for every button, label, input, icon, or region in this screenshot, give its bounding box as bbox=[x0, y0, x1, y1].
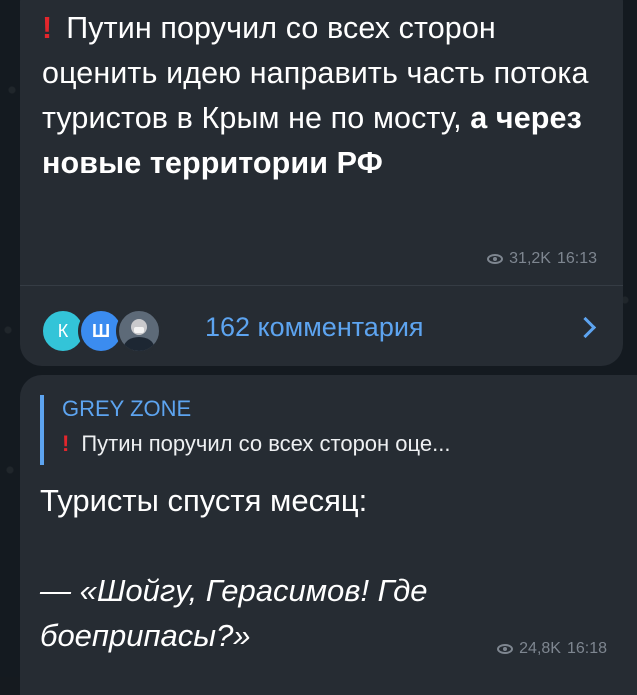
comments-button[interactable]: К Ш 162 комментария bbox=[20, 285, 623, 366]
chevron-right-icon bbox=[574, 316, 597, 339]
message-time-2: 16:18 bbox=[566, 640, 607, 657]
avatar-photo bbox=[116, 308, 162, 354]
red-exclamation-icon: ! bbox=[62, 431, 70, 456]
message-text-2-line: Туристы спустя месяц: bbox=[40, 483, 368, 518]
views-eye-icon bbox=[497, 644, 514, 654]
reply-text: ! Путин поручил со всех сторон оце... bbox=[62, 431, 451, 456]
message-text-2: Туристы спустя месяц: — «Шойгу, Герасимо… bbox=[40, 478, 600, 658]
views-count-2: 24,8K bbox=[519, 640, 561, 657]
message-bubble-1[interactable]: ! Путин поручил со всех сторон оценить ид… bbox=[20, 0, 623, 285]
message-time-1: 16:13 bbox=[556, 250, 597, 267]
message-bubble-2[interactable]: GREY ZONE ! Путин поручил со всех сторон … bbox=[20, 375, 637, 695]
views-eye-icon bbox=[487, 254, 504, 264]
reply-author: GREY ZONE bbox=[62, 396, 192, 421]
red-exclamation-icon: ! bbox=[42, 11, 53, 45]
message-meta-1: 31,2K 16:13 bbox=[487, 250, 597, 268]
message-meta-2: 24,8K 16:18 bbox=[497, 640, 607, 658]
message-text-1: ! Путин поручил со всех сторон оценить ид… bbox=[42, 6, 612, 186]
comments-count-label: 162 комментария bbox=[205, 312, 424, 342]
views-count-1: 31,2K bbox=[509, 250, 551, 267]
reply-preview[interactable]: GREY ZONE ! Путин поручил со всех сторон … bbox=[40, 395, 630, 465]
